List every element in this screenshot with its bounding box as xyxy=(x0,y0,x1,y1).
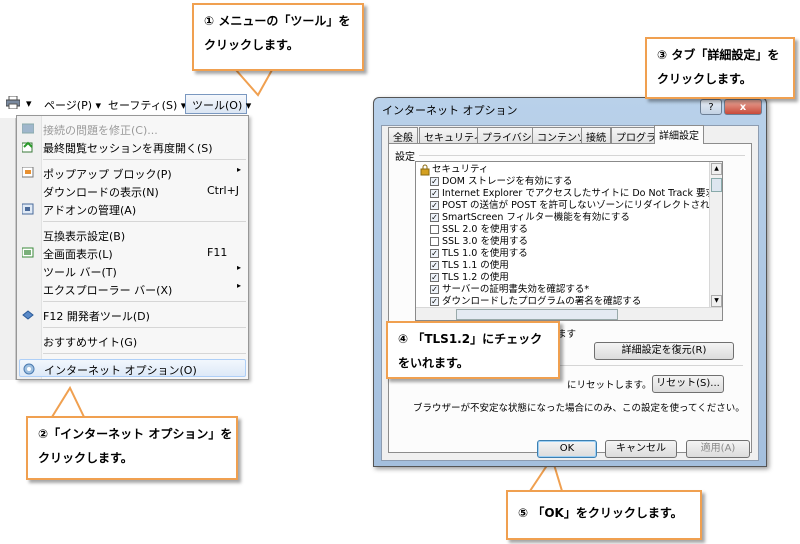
checkbox-checked[interactable]: ✓ xyxy=(430,177,439,186)
advanced-settings-list[interactable]: セキュリティ ✓ DOM ストレージを有効にする ✓ Internet Explore… xyxy=(415,161,723,321)
setting-row[interactable]: ✓POST の送信が POST を許可しないゾーンにリダイレクトされた場合に警 xyxy=(416,200,722,212)
setting-row[interactable]: SSL 2.0 を使用する xyxy=(416,224,708,236)
hscroll-thumb[interactable] xyxy=(456,309,618,320)
setting-label: DOM ストレージを有効にする xyxy=(442,176,573,187)
submenu-arrow-icon: ▸ xyxy=(237,263,242,272)
menu-item-suggested-sites[interactable]: おすすめサイト(G) xyxy=(17,332,248,350)
setting-label: POST の送信が POST を許可しないゾーンにリダイレクトされた場合に警 xyxy=(442,200,722,211)
addons-icon xyxy=(21,203,34,215)
checkbox-checked[interactable]: ✓ xyxy=(430,249,439,258)
help-button[interactable]: ? xyxy=(700,99,722,115)
submenu-arrow-icon: ▸ xyxy=(237,281,242,290)
scroll-down-icon[interactable]: ▼ xyxy=(711,295,722,307)
tools-menu-button[interactable]: ツール(O) ▾ xyxy=(185,94,251,114)
menu-separator xyxy=(43,221,246,222)
checkbox-checked[interactable]: ✓ xyxy=(430,285,439,294)
internet-options-icon xyxy=(23,363,35,375)
setting-label: Internet Explorer でアクセスしたサイトに Do Not Tra… xyxy=(442,188,723,199)
setting-row[interactable]: ✓ サーバーの証明書失効を確認する* xyxy=(416,284,708,296)
setting-row[interactable]: ✓ SmartScreen フィルター機能を有効にする xyxy=(416,212,708,224)
fullscreen-icon xyxy=(21,247,34,259)
setting-label: サーバーの証明書失効を確認する* xyxy=(442,284,590,295)
callout-step1: ① メニューの「ツール」を クリックします。 xyxy=(192,3,364,71)
ok-button[interactable]: OK xyxy=(537,440,597,458)
category-security: セキュリティ xyxy=(416,164,706,176)
checkbox-checked[interactable]: ✓ xyxy=(430,273,439,282)
browser-command-bar: ▾ ページ(P) ▾ セーフティ(S) ▾ ツール(O) ▾ xyxy=(0,93,252,117)
callout-step4: ④ 「TLS1.2」にチェック をいれます。 xyxy=(386,321,560,379)
tab-connections[interactable]: 接続 xyxy=(581,127,611,144)
menu-item-explorer-bars[interactable]: エクスプローラー バー(X) ▸ xyxy=(17,280,248,298)
checkbox-checked[interactable]: ✓ xyxy=(430,213,439,222)
setting-label: SSL 2.0 を使用する xyxy=(442,224,529,235)
print-dropdown[interactable]: ▾ xyxy=(26,97,32,110)
dialog-title: インターネット オプション xyxy=(382,104,518,117)
checkbox-unchecked[interactable] xyxy=(430,225,439,234)
settings-group-label: 設定 xyxy=(395,152,415,163)
scroll-thumb[interactable] xyxy=(711,178,722,192)
unstable-note: ブラウザーが不安定な状態になった場合にのみ、この設定を使ってください。 xyxy=(413,403,745,414)
restore-advanced-button[interactable]: 詳細設定を復元(R) xyxy=(594,342,734,360)
dialog-body: 全般 セキュリティ プライバシー コンテンツ 接続 プログラム 詳細設定 設定 … xyxy=(381,125,759,461)
popup-icon xyxy=(21,166,34,179)
menu-separator xyxy=(43,301,246,302)
dev-tools-icon xyxy=(22,309,34,321)
group-line xyxy=(419,155,745,156)
menu-item-dev-tools[interactable]: F12 開発者ツール(D) xyxy=(17,306,248,324)
menu-item-internet-options[interactable]: インターネット オプション(O) xyxy=(19,359,246,377)
checkbox-checked[interactable]: ✓ xyxy=(430,297,439,306)
callout-step3: ③ タブ「詳細設定」を クリックします。 xyxy=(645,37,795,99)
callout-step5: ⑤ 「OK」をクリックします。 xyxy=(506,490,702,540)
cancel-button[interactable]: キャンセル xyxy=(605,440,677,458)
setting-row[interactable]: ✓ TLS 1.2 の使用 xyxy=(416,272,708,284)
menu-item-compat-view[interactable]: 互換表示設定(B) xyxy=(17,226,248,244)
menu-item-popup-blocker[interactable]: ポップアップ ブロック(P) ▸ xyxy=(17,164,248,182)
setting-row[interactable]: SSL 3.0 を使用する xyxy=(416,236,708,248)
checkbox-unchecked[interactable] xyxy=(430,237,439,246)
checkbox-checked[interactable]: ✓ xyxy=(430,201,439,210)
print-icon[interactable] xyxy=(5,95,21,112)
setting-row[interactable]: ✓ TLS 1.0 を使用する xyxy=(416,248,708,260)
tools-menu: 接続の問題を修正(C)... 最終閲覧セッションを再度開く(S) ポップアップ … xyxy=(16,115,249,380)
menu-separator xyxy=(43,353,246,354)
submenu-arrow-icon: ▸ xyxy=(237,165,242,174)
menu-item-downloads[interactable]: ダウンロードの表示(N) Ctrl+J xyxy=(17,182,248,200)
setting-row[interactable]: ✓ TLS 1.1 の使用 xyxy=(416,260,708,272)
checkbox-checked[interactable]: ✓ xyxy=(430,189,439,198)
safety-menu-button[interactable]: セーフティ(S) ▾ xyxy=(108,97,186,113)
page-menu-button[interactable]: ページ(P) ▾ xyxy=(44,97,101,113)
setting-label: TLS 1.0 を使用する xyxy=(442,248,528,259)
reset-note: にリセットします。 xyxy=(567,380,652,391)
menu-item-fullscreen[interactable]: 全画面表示(L) F11 xyxy=(17,244,248,262)
menu-item-reopen-session[interactable]: 最終閲覧セッションを再度開く(S) xyxy=(17,138,248,156)
scroll-up-icon[interactable]: ▲ xyxy=(711,163,722,175)
menu-item-manage-addons[interactable]: アドオンの管理(A) xyxy=(17,200,248,218)
reopen-session-icon xyxy=(21,141,34,153)
close-button[interactable]: x xyxy=(724,99,762,115)
vertical-scrollbar[interactable]: ▲ ▼ xyxy=(709,162,722,320)
apply-button[interactable]: 適用(A) xyxy=(686,440,750,458)
checkbox-checked[interactable]: ✓ xyxy=(430,261,439,270)
network-icon xyxy=(21,123,35,135)
setting-label: TLS 1.2 の使用 xyxy=(442,272,509,283)
internet-options-dialog: インターネット オプション ? x 全般 セキュリティ プライバシー コンテンツ… xyxy=(373,97,767,467)
menu-item-toolbars[interactable]: ツール バー(T) ▸ xyxy=(17,262,248,280)
setting-label: SmartScreen フィルター機能を有効にする xyxy=(442,212,630,223)
tab-general[interactable]: 全般 xyxy=(388,127,418,144)
horizontal-scrollbar[interactable] xyxy=(416,307,722,320)
menu-separator xyxy=(43,159,246,160)
menu-item-fix-connection[interactable]: 接続の問題を修正(C)... xyxy=(17,120,248,138)
menu-separator xyxy=(43,327,246,328)
reset-button[interactable]: リセット(S)... xyxy=(652,375,724,393)
tab-advanced[interactable]: 詳細設定 xyxy=(654,125,704,144)
shortcut-label: F11 xyxy=(207,246,228,259)
setting-row[interactable]: ✓ DOM ストレージを有効にする xyxy=(416,176,708,188)
setting-label: TLS 1.1 の使用 xyxy=(442,260,509,271)
advanced-tab-panel: 設定 セキュリティ ✓ DOM ストレージを有効にする ✓ Internet Expl… xyxy=(388,143,752,453)
page-edge xyxy=(0,118,16,380)
callout-step2: ②「インターネット オプション」を クリックします。 xyxy=(26,416,238,480)
shortcut-label: Ctrl+J xyxy=(207,184,240,197)
setting-row[interactable]: ✓ Internet Explorer でアクセスしたサイトに Do Not Tr… xyxy=(416,188,722,200)
setting-label: SSL 3.0 を使用する xyxy=(442,236,529,247)
